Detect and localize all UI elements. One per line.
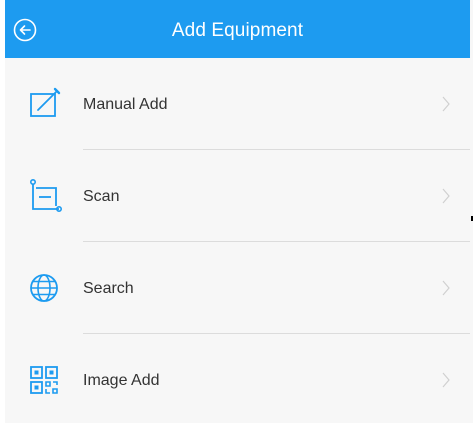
globe-icon [30, 274, 58, 302]
menu-item-image-add[interactable]: Image Add [5, 334, 470, 423]
menu-item-search[interactable]: Search [5, 242, 470, 334]
menu-item-manual-add[interactable]: Manual Add [5, 58, 470, 150]
edit-icon [30, 87, 61, 117]
scan-icon [30, 178, 62, 212]
menu-item-label: Image Add [83, 372, 160, 389]
chevron-right-icon [442, 280, 450, 296]
chevron-right-icon [442, 96, 450, 112]
chevron-right-icon [442, 188, 450, 204]
menu-item-scan[interactable]: Scan [5, 150, 470, 242]
page-title: Add Equipment [171, 20, 304, 41]
menu-item-label: Scan [83, 188, 120, 205]
add-equipment-screen: Add Equipment Manual Add Scan Search Ima… [5, 0, 473, 423]
menu-item-label: Search [83, 280, 134, 297]
chevron-right-icon [442, 372, 450, 388]
app-header: Add Equipment [5, 0, 470, 58]
qr-code-icon [30, 366, 58, 394]
menu-item-label: Manual Add [83, 96, 168, 113]
add-method-list: Manual Add Scan Search Image Add [5, 58, 470, 423]
